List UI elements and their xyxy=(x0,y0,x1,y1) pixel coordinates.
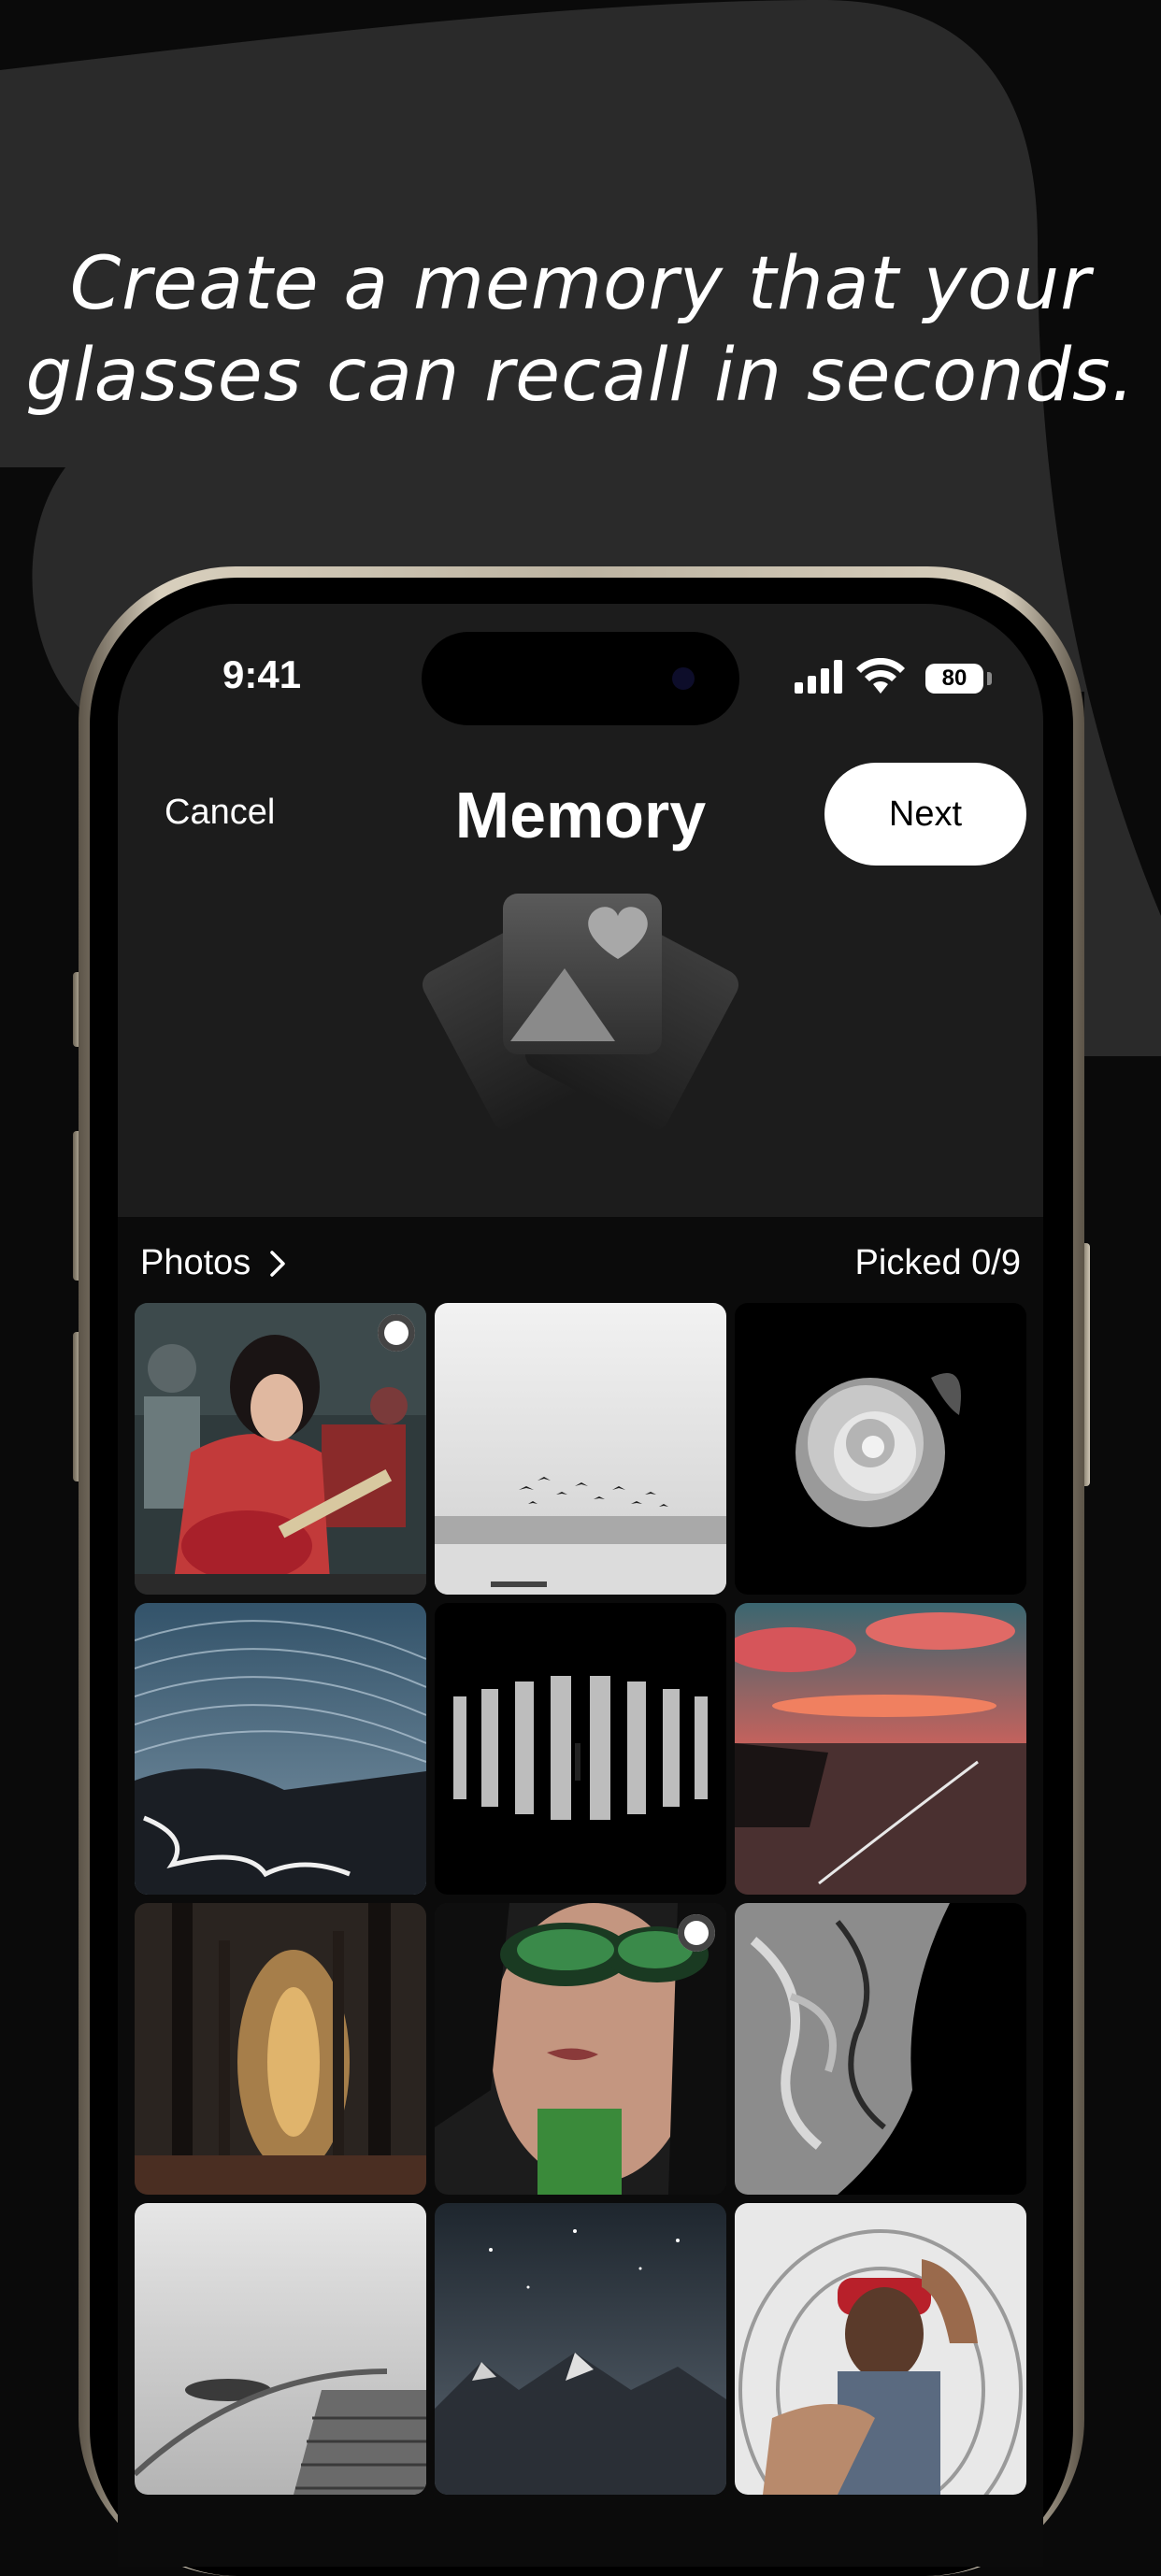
photo-light-corridor[interactable] xyxy=(435,1603,726,1895)
memory-hero xyxy=(118,866,1043,1221)
photo-marble-swirl[interactable] xyxy=(735,1903,1026,2195)
photo-grid xyxy=(135,1303,1026,2495)
headline-line-2: glasses can recall in seconds. xyxy=(25,334,1136,418)
headline-line-1: Create a memory that your xyxy=(69,242,1092,326)
battery-tip xyxy=(987,672,992,685)
wifi-icon xyxy=(856,658,905,694)
picker-header: Photos Picked 0/9 xyxy=(118,1217,1043,1310)
camera-icon xyxy=(672,667,695,690)
photo-guitar-player[interactable] xyxy=(135,1303,426,1595)
photo-red-sunset-sea[interactable] xyxy=(735,1603,1026,1895)
photo-spiral-staircase[interactable] xyxy=(135,2203,426,2495)
photo-star-trails-road[interactable] xyxy=(135,1603,426,1895)
photo-forest-path[interactable] xyxy=(135,1903,426,2195)
next-button[interactable]: Next xyxy=(824,763,1026,866)
photo-white-rose[interactable] xyxy=(735,1303,1026,1595)
photo-mountain-night[interactable] xyxy=(435,2203,726,2495)
photo-picker: Photos Picked 0/9 xyxy=(118,1217,1043,2567)
memory-photos-heart-icon xyxy=(422,894,739,1131)
photo-birds-over-lake[interactable] xyxy=(435,1303,726,1595)
picked-count: Picked 0/9 xyxy=(854,1243,1021,1282)
photos-source-link[interactable]: Photos xyxy=(140,1243,286,1283)
photos-source-label: Photos xyxy=(140,1243,251,1282)
photo-woman-green-glasses[interactable] xyxy=(435,1903,726,2195)
status-time: 9:41 xyxy=(222,652,302,696)
status-bar: 9:41 80 xyxy=(118,604,1043,744)
select-circle[interactable] xyxy=(678,1914,715,1952)
signal-icon xyxy=(795,660,842,694)
nav-bar: Cancel Memory Next xyxy=(118,763,1043,866)
photo-man-hand-frame[interactable] xyxy=(735,2203,1026,2495)
headline: Create a memory that your glasses can re… xyxy=(0,238,1161,422)
battery-icon: 80 xyxy=(925,664,983,694)
cancel-button[interactable]: Cancel xyxy=(165,793,275,833)
select-circle[interactable] xyxy=(378,1314,415,1352)
chevron-right-icon xyxy=(270,1250,286,1277)
phone-screen: 9:41 80 Cancel Memory Next Photos Picked… xyxy=(118,604,1043,2567)
dynamic-island xyxy=(422,632,739,725)
